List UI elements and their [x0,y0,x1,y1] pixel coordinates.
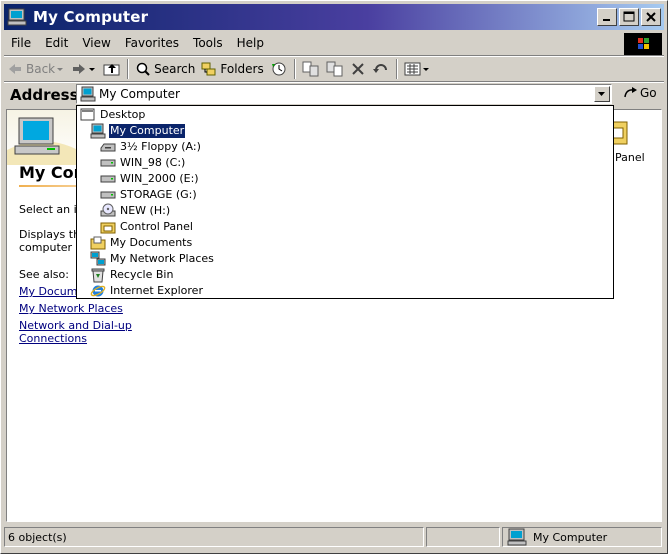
status-panel-empty [426,527,500,547]
folders-icon [201,62,216,76]
hard-drive-icon [100,159,116,167]
forward-button[interactable] [68,58,100,80]
forward-arrow-icon [73,64,86,74]
dropdown-item-recycle-bin[interactable]: Recycle Bin [90,267,174,283]
explorer-window: My Computer File Edit View Favorites Too… [0,0,668,554]
menu-view[interactable]: View [75,33,117,53]
dropdown-item-my-documents[interactable]: My Documents [90,235,193,251]
dropdown-item-win2000-e[interactable]: WIN_2000 (E:) [100,171,200,187]
my-computer-icon [90,123,106,139]
menu-tools[interactable]: Tools [186,33,230,53]
hard-drive-icon [100,191,116,199]
status-bar: 6 object(s) My Computer [4,527,664,549]
back-label: Back [26,62,56,76]
dropdown-item-my-computer[interactable]: My Computer [90,123,187,139]
folders-label: Folders [220,62,264,76]
address-bar: Address My Computer Go [4,83,664,107]
cd-drive-icon [100,203,116,217]
menu-edit[interactable]: Edit [38,33,75,53]
close-icon [646,12,656,22]
see-also-label: See also: [19,268,69,281]
views-icon [404,62,421,76]
dropdown-item-storage-g[interactable]: STORAGE (G:) [100,187,198,203]
dropdown-item-floppy-a[interactable]: 3½ Floppy (A:) [100,139,202,155]
delete-x-icon [352,63,364,75]
history-button[interactable] [267,58,291,80]
up-button[interactable] [100,58,124,80]
floppy-drive-icon [100,143,116,152]
search-label: Search [154,62,196,76]
go-arrow-icon [624,87,637,98]
address-combobox[interactable]: My Computer [76,84,612,104]
move-to-icon [302,61,319,77]
delete-button[interactable] [347,58,369,80]
copy-to-button[interactable] [323,58,347,80]
up-folder-icon [103,64,120,76]
address-value: My Computer [99,87,180,101]
windows-logo [624,33,662,55]
network-places-icon [90,251,106,266]
copy-to-icon [326,61,343,77]
back-arrow-icon [9,64,21,74]
maximize-icon [623,11,635,22]
recycle-bin-icon [91,268,105,283]
maximize-button[interactable] [619,8,639,26]
dropdown-item-desktop[interactable]: Desktop [80,107,146,123]
my-computer-icon [507,528,527,546]
dropdown-item-internet-explorer[interactable]: Internet Explorer [90,283,204,299]
undo-icon [372,64,387,73]
windows-flag-icon [638,38,649,49]
address-label: Address [10,86,79,104]
address-dropdown-list: Desktop My Computer 3½ Floppy (A:) WIN_9… [76,105,614,299]
menu-bar: File Edit View Favorites Tools Help [4,32,664,54]
chevron-down-icon [422,68,429,71]
link-network-dialup[interactable]: Network and Dial-up Connections [19,319,187,345]
chevron-down-icon [57,68,64,71]
address-dropdown-button[interactable] [594,86,610,102]
views-button[interactable] [401,58,433,80]
dropdown-item-win98-c[interactable]: WIN_98 (C:) [100,155,186,171]
undo-button[interactable] [369,58,393,80]
toolbar-separator [395,59,398,79]
my-computer-large-icon [7,117,87,165]
toolbar-separator [127,59,130,79]
history-icon [271,62,286,76]
menu-favorites[interactable]: Favorites [118,33,186,53]
menu-help[interactable]: Help [230,33,271,53]
chevron-down-icon [598,92,605,96]
hard-drive-icon [100,175,116,183]
control-panel-icon [100,222,116,234]
go-button[interactable]: Go [622,85,657,101]
minimize-icon [603,19,610,21]
window-title: My Computer [33,8,149,26]
status-panel-zone: My Computer [502,527,662,547]
standard-toolbar: Back Search Folders [4,57,664,81]
dropdown-item-my-network-places[interactable]: My Network Places [90,251,215,267]
title-bar[interactable]: My Computer [4,4,664,30]
folder-icon [90,236,106,250]
close-button[interactable] [641,8,661,26]
status-count: 6 object(s) [8,530,67,544]
dropdown-item-new-h[interactable]: NEW (H:) [100,203,171,219]
menu-file[interactable]: File [4,33,38,53]
search-icon [136,62,150,76]
control-panel-label[interactable]: Panel [615,151,645,164]
go-label: Go [640,86,657,100]
my-computer-icon [80,86,96,102]
description-line-2: computer [19,241,73,254]
my-computer-icon [7,8,27,26]
folders-button[interactable]: Folders [198,58,266,80]
link-my-network-places[interactable]: My Network Places [19,302,123,315]
status-zone: My Computer [533,530,608,544]
status-panel-count: 6 object(s) [4,527,424,547]
desktop-icon [80,108,95,121]
toolbar-separator [293,59,296,79]
back-button[interactable]: Back [4,58,68,80]
chevron-down-icon [89,68,96,71]
dropdown-item-control-panel[interactable]: Control Panel [100,219,194,235]
minimize-button[interactable] [597,8,617,26]
internet-explorer-icon [90,285,106,297]
move-to-button[interactable] [299,58,323,80]
search-button[interactable]: Search [132,58,198,80]
